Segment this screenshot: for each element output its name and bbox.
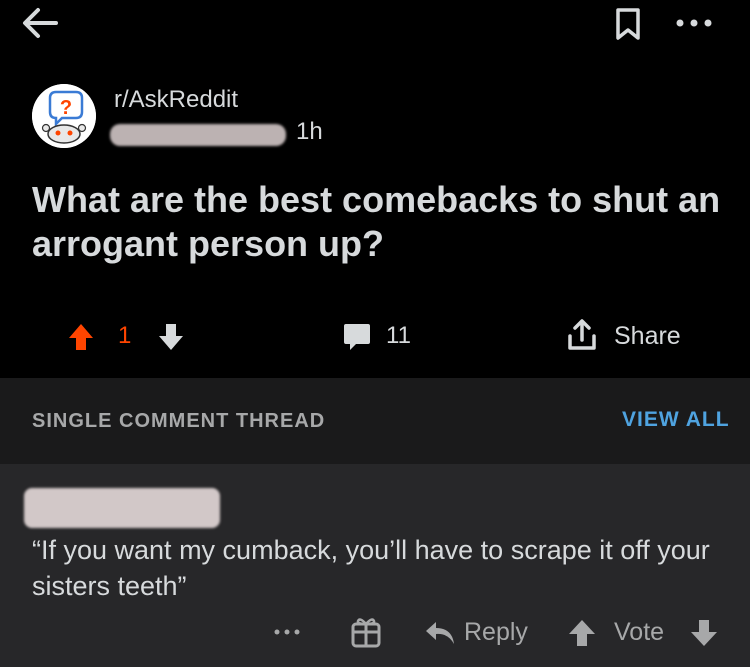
redacted-author [110, 124, 286, 146]
svg-text:?: ? [60, 97, 72, 119]
reply-icon[interactable] [424, 620, 456, 646]
post-score: 1 [118, 322, 132, 349]
share-button[interactable]: Share [614, 322, 681, 351]
subreddit-name[interactable]: r/AskReddit [114, 86, 238, 114]
comment-icon[interactable] [342, 322, 372, 352]
bookmark-icon[interactable] [614, 6, 642, 42]
reply-button[interactable]: Reply [464, 618, 528, 647]
comment-body: “If you want my cumback, you’ll have to … [32, 535, 710, 601]
share-icon[interactable] [566, 318, 598, 352]
post-time: 1h [296, 118, 323, 145]
back-arrow-icon[interactable] [20, 6, 60, 40]
comment-count[interactable]: 11 [386, 322, 411, 350]
single-comment-thread-label: SINGLE COMMENT THREAD [32, 410, 326, 432]
downvote-icon[interactable] [158, 322, 184, 352]
vote-label: Vote [614, 618, 665, 646]
subreddit-avatar-icon[interactable]: ? [32, 84, 96, 148]
comment-downvote-icon[interactable] [690, 618, 718, 648]
more-options-icon[interactable] [672, 8, 716, 38]
view-all-link[interactable]: VIEW ALL [622, 408, 730, 432]
redacted-comment-author [24, 488, 220, 528]
gift-icon[interactable] [350, 616, 382, 648]
upvote-icon[interactable] [68, 322, 94, 352]
comment-more-icon[interactable] [272, 624, 302, 640]
post-title: What are the best comebacks to shut an a… [32, 179, 721, 264]
comment-upvote-icon[interactable] [568, 618, 596, 648]
